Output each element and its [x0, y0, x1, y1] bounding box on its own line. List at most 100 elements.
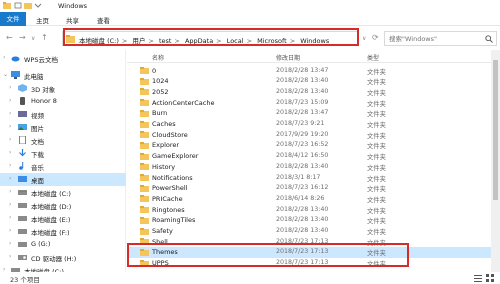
recent-locations-icon[interactable]: ∨ [31, 35, 35, 42]
file-row[interactable]: History 2018/2/28 13:40 文件夹 [127, 161, 500, 172]
document-icon [18, 135, 27, 145]
file-date: 2018/2/28 13:40 [276, 205, 329, 213]
sidebar-item-drive-d[interactable]: › 本地磁盘 (D:) [0, 199, 126, 212]
sidebar-item-downloads[interactable]: › 下载 [0, 147, 126, 160]
file-date: 2018/6/14 8:26 [276, 194, 325, 202]
cloud-icon [11, 54, 20, 62]
sidebar-item-label: 本地磁盘 (D:) [31, 203, 72, 211]
sidebar-item-drive-g[interactable]: › G (G:) [0, 238, 126, 251]
file-type: 文件夹 [367, 196, 386, 204]
details-view-icon[interactable] [474, 274, 482, 284]
sidebar-item-videos[interactable]: › 视频 [0, 108, 126, 121]
file-row[interactable]: Caches 2018/7/23 9:21 文件夹 [127, 119, 500, 130]
download-icon [18, 149, 27, 157]
large-icons-view-icon[interactable] [486, 274, 494, 284]
column-header-name[interactable]: 名称 [152, 53, 164, 62]
file-row[interactable]: RoamingTiles 2018/2/28 13:40 文件夹 [127, 215, 500, 226]
file-row[interactable]: Burn 2018/2/28 13:47 文件夹 [127, 108, 500, 119]
sidebar-item-honor-8[interactable]: › Honor 8 [0, 95, 126, 108]
expand-icon[interactable]: › [9, 149, 11, 156]
file-name: RoamingTiles [152, 216, 196, 225]
expand-icon[interactable]: › [9, 84, 11, 91]
drive-icon [18, 227, 27, 235]
expand-icon[interactable]: › [9, 175, 11, 182]
folder-icon [140, 174, 149, 181]
file-date: 2018/2/28 13:40 [276, 227, 329, 234]
file-date: 2018/2/28 13:47 [276, 109, 329, 117]
sidebar-item-desktop[interactable]: › 桌面 [0, 173, 126, 186]
tab-view[interactable]: 查看 [97, 15, 110, 25]
file-date: 2018/2/28 13:40 [276, 77, 329, 85]
file-row[interactable]: Safety 2018/2/28 13:40 文件夹 [127, 226, 500, 237]
cd-drive-icon [18, 253, 27, 261]
navigation-pane: › WPS云文档 ⌄ 此电脑 › 3D 对象 › Honor 8 › 视频 › … [0, 50, 126, 276]
sidebar-item-documents[interactable]: › 文档 [0, 134, 126, 147]
folder-icon [140, 99, 149, 107]
expand-icon[interactable]: › [9, 240, 11, 247]
file-row[interactable]: Ringtones 2018/2/28 13:40 文件夹 [127, 204, 500, 215]
file-row[interactable]: PRICache 2018/6/14 8:26 文件夹 [127, 193, 500, 204]
sidebar-item-label: CD 驱动器 (H:) [31, 255, 77, 263]
file-row[interactable]: ActionCenterCache 2018/7/23 15:09 文件夹 [127, 97, 500, 108]
properties-icon[interactable] [14, 2, 22, 9]
forward-icon[interactable]: → [19, 33, 26, 42]
file-row[interactable]: 1024 2018/2/28 13:40 文件夹 [127, 76, 500, 87]
sidebar-item-drive-c[interactable]: › 本地磁盘 (C:) [0, 186, 126, 199]
expand-icon[interactable]: › [9, 253, 11, 260]
folder-icon [140, 88, 149, 96]
file-row[interactable]: 2052 2018/2/28 13:40 文件夹 [127, 86, 500, 97]
file-row[interactable]: CloudStore 2017/9/29 19:20 文件夹 [127, 129, 500, 140]
file-date: 2018/7/23 9:21 [276, 120, 325, 127]
search-box[interactable] [384, 31, 497, 46]
sidebar-item-pictures[interactable]: › 图片 [0, 121, 126, 134]
expand-icon[interactable]: › [9, 123, 11, 130]
sidebar-item-this-pc[interactable]: ⌄ 此电脑 [0, 69, 126, 82]
expand-icon[interactable]: › [9, 97, 11, 104]
expand-icon[interactable]: › [9, 214, 11, 221]
sidebar-item-music[interactable]: › 音乐 [0, 160, 126, 173]
address-dropdown-icon[interactable]: ∨ [362, 35, 366, 42]
expand-icon[interactable]: › [9, 227, 11, 234]
file-date: 2017/9/29 19:20 [276, 130, 329, 138]
expand-icon[interactable]: › [9, 110, 11, 117]
file-row[interactable]: Explorer 2018/7/23 16:52 文件夹 [127, 140, 500, 151]
chevron-down-icon[interactable] [34, 2, 42, 9]
scrollbar-thumb[interactable] [493, 60, 498, 200]
back-icon[interactable]: ← [6, 33, 13, 42]
sidebar-item-3d-objects[interactable]: › 3D 对象 [0, 82, 126, 95]
vertical-scrollbar[interactable] [491, 50, 500, 272]
file-name: Safety [152, 227, 173, 235]
folder-icon [140, 141, 149, 149]
file-row[interactable]: Notifications 2018/3/1 8:17 文件夹 [127, 172, 500, 183]
search-icon[interactable] [485, 35, 493, 43]
refresh-icon[interactable]: ⟳ [372, 33, 379, 42]
file-name: ActionCenterCache [152, 98, 215, 107]
file-row[interactable]: 0 2018/2/28 13:47 文件夹 [127, 65, 500, 76]
column-header-type[interactable]: 类型 [367, 53, 379, 62]
sidebar-item-drive-f[interactable]: › 本地磁盘 (F:) [0, 225, 126, 238]
collapse-icon[interactable]: ⌄ [3, 71, 8, 78]
sidebar-item-label: 本地磁盘 (C:) [31, 190, 71, 198]
file-row[interactable]: GameExplorer 2018/4/12 16:50 文件夹 [127, 151, 500, 162]
status-bar: 23 个项目 [0, 272, 500, 284]
column-header-date[interactable]: 修改日期 [276, 53, 300, 62]
tab-home[interactable]: 主页 [36, 15, 49, 25]
expand-icon[interactable]: › [9, 188, 11, 195]
expand-icon[interactable]: › [9, 136, 11, 143]
tab-share[interactable]: 共享 [66, 15, 79, 25]
file-row[interactable]: PowerShell 2018/7/23 16:12 文件夹 [127, 183, 500, 194]
folder-icon [140, 227, 149, 235]
expand-icon[interactable]: › [3, 54, 5, 61]
up-icon[interactable]: ↑ [41, 33, 48, 42]
expand-icon[interactable]: › [9, 162, 11, 169]
search-input[interactable] [385, 32, 483, 45]
tab-file[interactable]: 文件 [0, 12, 26, 26]
sidebar-item-cd-drive-h[interactable]: › CD 驱动器 (H:) [0, 251, 126, 264]
new-folder-icon[interactable] [24, 2, 32, 9]
expand-icon[interactable]: › [9, 201, 11, 208]
file-date: 2018/7/23 15:09 [276, 98, 329, 106]
sidebar-item-drive-e[interactable]: › 本地磁盘 (E:) [0, 212, 126, 225]
file-name: PRICache [152, 194, 183, 203]
sidebar-item-wps-cloud[interactable]: › WPS云文档 [0, 52, 126, 65]
file-name: Explorer [152, 141, 180, 150]
